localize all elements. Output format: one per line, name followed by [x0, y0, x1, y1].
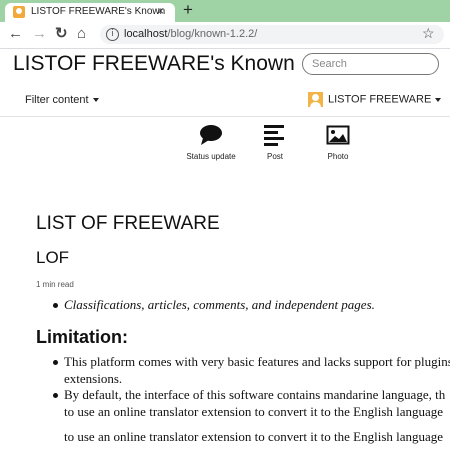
read-time: 1 min read — [36, 280, 74, 289]
lines-icon — [264, 125, 284, 146]
forward-arrow-icon[interactable]: → — [32, 25, 47, 43]
url-text: localhost/blog/known-1.2.2/ — [124, 28, 257, 40]
home-icon[interactable]: ⌂ — [77, 25, 86, 43]
limitation-heading: Limitation: — [36, 327, 128, 347]
tab-title: LISTOF FREEWARE's Known — [31, 6, 166, 17]
chevron-down-icon — [92, 98, 99, 103]
chevron-down-icon — [435, 97, 442, 102]
tab-close-icon[interactable]: × — [157, 4, 164, 18]
reload-icon[interactable]: ↻ — [55, 25, 68, 43]
filter-content-label: Filter content — [25, 94, 89, 106]
user-menu-dropdown[interactable]: LISTOF FREEWARE — [308, 92, 442, 107]
image-icon — [326, 125, 350, 145]
filter-content-dropdown[interactable]: Filter content — [25, 94, 99, 106]
url-host: localhost — [124, 28, 168, 40]
photo-label: Photo — [327, 152, 349, 161]
list-item: This platform comes with very basic feat… — [64, 354, 450, 369]
address-bar[interactable]: i localhost/blog/known-1.2.2/ ☆ — [100, 25, 444, 44]
back-arrow-icon[interactable]: ← — [8, 25, 23, 43]
browser-toolbar: ← → ↻ ⌂ i localhost/blog/known-1.2.2/ ☆ — [0, 22, 450, 49]
user-name: LISTOF FREEWARE — [328, 93, 432, 106]
speech-bubble-icon — [200, 125, 222, 145]
new-tab-icon[interactable]: + — [183, 1, 193, 19]
site-info-icon[interactable]: i — [106, 28, 119, 41]
post-subtitle: LOF — [36, 248, 70, 267]
list-item-continuation: extensions. — [64, 371, 123, 386]
search-input[interactable] — [302, 53, 439, 75]
site-title[interactable]: LISTOF FREEWARE's Known — [13, 52, 295, 76]
post-title[interactable]: LIST OF FREEWARE — [36, 213, 220, 235]
bullet-dot — [53, 303, 58, 308]
browser-tab[interactable]: LISTOF FREEWARE's Known × — [5, 3, 175, 22]
url-path: /blog/known-1.2.2/ — [167, 28, 258, 40]
photo-button[interactable]: Photo — [303, 124, 373, 161]
post-button[interactable]: Post — [240, 124, 310, 161]
list-item-continuation: to use an online translator extension to… — [64, 404, 444, 419]
avatar — [308, 92, 323, 107]
site-favicon-icon — [13, 6, 25, 18]
list-item: By default, the interface of this softwa… — [64, 387, 446, 402]
list-item: Classifications, articles, comments, and… — [64, 297, 375, 312]
post-label: Post — [266, 152, 283, 161]
bullet-dot — [53, 360, 58, 365]
bookmark-star-icon[interactable]: ☆ — [422, 25, 435, 42]
bullet-dot — [53, 393, 58, 398]
header-divider — [0, 116, 450, 117]
status-update-button[interactable]: Status update — [176, 124, 246, 161]
browser-tab-strip: LISTOF FREEWARE's Known × + — [0, 0, 450, 22]
paragraph-text: to use an online translator extension to… — [64, 429, 444, 444]
status-update-label: Status update — [186, 152, 236, 161]
